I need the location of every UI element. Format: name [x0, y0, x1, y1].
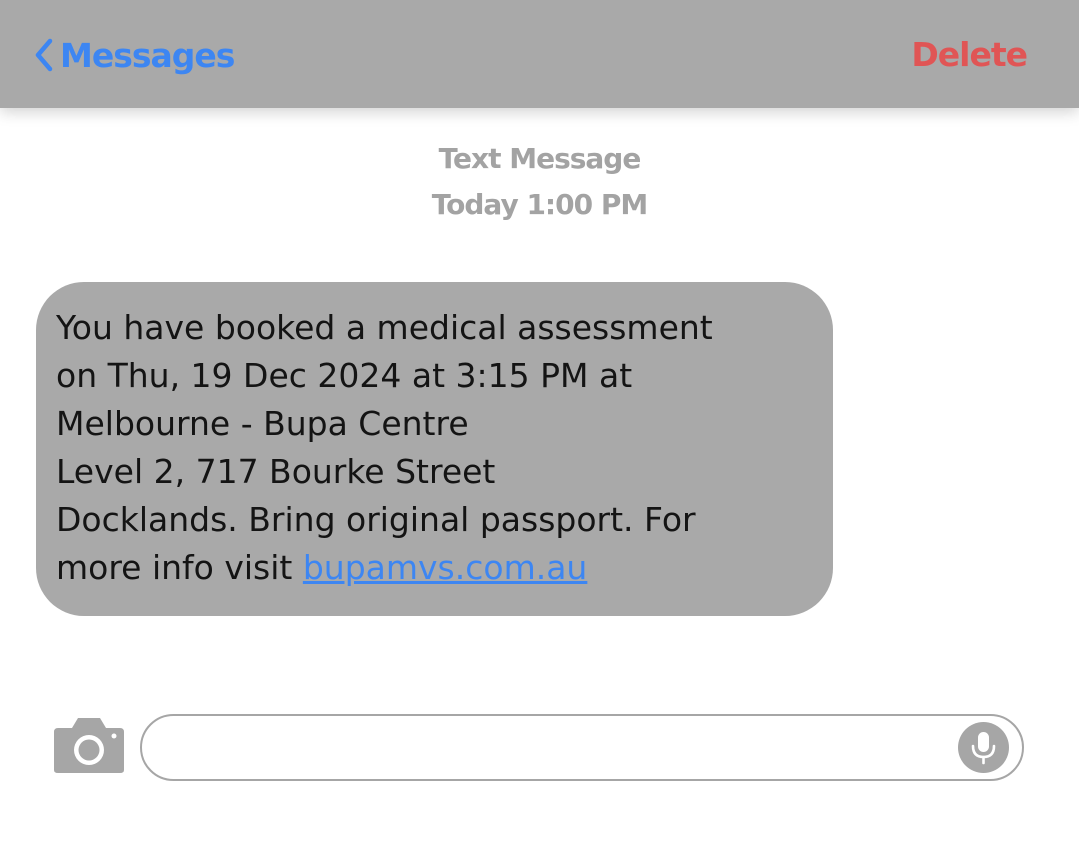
messages-screen: Messages Delete Text Message Today 1:00 …	[0, 0, 1079, 850]
message-line: You have booked a medical assessment	[56, 308, 713, 347]
back-button[interactable]: Messages	[34, 30, 235, 80]
message-line: on Thu, 19 Dec 2024 at 3:15 PM at	[56, 356, 633, 395]
navigation-bar: Messages Delete	[0, 0, 1079, 108]
message-compose-field[interactable]	[140, 714, 1024, 781]
message-timestamp: Today 1:00 PM	[431, 188, 648, 221]
delete-button[interactable]: Delete	[911, 30, 1028, 80]
message-bubble: You have booked a medical assessment on …	[36, 282, 833, 616]
camera-icon	[52, 716, 126, 774]
website-link[interactable]: bupamvs.com.au	[303, 548, 588, 587]
message-type-label: Text Message	[438, 142, 642, 175]
message-line: Melbourne - Bupa Centre	[56, 404, 469, 443]
message-line: Docklands. Bring original passport. For	[56, 500, 696, 539]
back-button-label: Messages	[60, 35, 235, 75]
camera-button[interactable]	[52, 716, 126, 774]
message-input[interactable]	[166, 724, 950, 772]
message-line-with-link: more info visit bupamvs.com.au	[56, 544, 813, 592]
dictation-button[interactable]	[958, 722, 1009, 773]
message-line: Level 2, 717 Bourke Street	[56, 452, 496, 491]
chevron-left-icon	[34, 38, 54, 72]
message-line-prefix: more info visit	[56, 548, 303, 587]
